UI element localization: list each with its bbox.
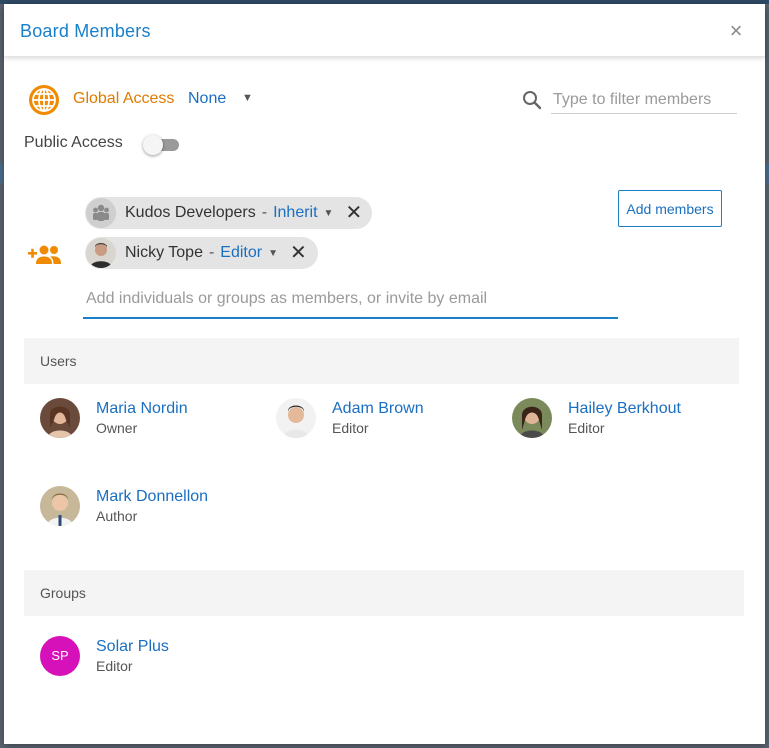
chip-separator: - <box>261 204 268 221</box>
global-access-select[interactable]: None <box>188 90 226 108</box>
caret-down-icon[interactable]: ▼ <box>324 208 334 219</box>
dialog-title: Board Members <box>20 21 151 41</box>
close-button[interactable]: × <box>725 20 747 42</box>
user-item[interactable]: Mark Donnellon Author <box>40 486 260 530</box>
search-icon <box>523 91 542 110</box>
user-item[interactable]: Maria Nordin Owner <box>40 398 260 442</box>
filter-members-input[interactable] <box>551 86 737 114</box>
user-role: Author <box>96 508 138 524</box>
group-avatar: SP <box>40 636 80 676</box>
group-icon <box>86 198 116 228</box>
chip-role-select[interactable]: Editor <box>220 244 262 262</box>
chip-role-select[interactable]: Inherit <box>273 204 317 222</box>
user-avatar <box>276 398 316 438</box>
user-role: Editor <box>568 420 605 436</box>
remove-chip-icon[interactable]: ✕ <box>345 203 362 223</box>
user-name[interactable]: Hailey Berkhout <box>568 400 681 418</box>
public-access-label: Public Access <box>24 134 123 151</box>
add-people-icon <box>28 245 61 264</box>
public-access-toggle[interactable] <box>143 135 181 155</box>
caret-down-icon[interactable]: ▼ <box>268 248 278 259</box>
toggle-knob <box>143 135 163 155</box>
user-name[interactable]: Maria Nordin <box>96 400 188 418</box>
group-name[interactable]: Solar Plus <box>96 638 169 656</box>
user-avatar <box>40 398 80 438</box>
user-avatar <box>86 238 116 268</box>
user-item[interactable]: Adam Brown Editor <box>276 398 496 442</box>
board-members-dialog: Board Members × Global Access None ▼ Pub… <box>4 4 765 744</box>
user-role: Owner <box>96 420 138 436</box>
add-members-button[interactable]: Add members <box>618 190 722 227</box>
user-avatar <box>40 486 80 526</box>
invite-members-input[interactable] <box>83 280 618 319</box>
chip-name: Kudos Developers <box>125 204 256 221</box>
user-name[interactable]: Adam Brown <box>332 400 424 418</box>
remove-chip-icon[interactable]: ✕ <box>290 243 307 263</box>
group-item[interactable]: SP Solar Plus Editor <box>40 636 260 680</box>
user-role: Editor <box>332 420 369 436</box>
chip-separator: - <box>208 244 215 261</box>
group-role: Editor <box>96 658 133 674</box>
users-section-header: Users <box>24 338 739 384</box>
user-name[interactable]: Mark Donnellon <box>96 488 208 506</box>
member-chip: Nicky Tope - Editor ▼ ✕ <box>85 237 318 269</box>
caret-down-icon[interactable]: ▼ <box>242 92 253 104</box>
globe-icon <box>29 85 59 115</box>
chip-name: Nicky Tope <box>125 244 203 261</box>
member-chip: Kudos Developers - Inherit ▼ ✕ <box>85 197 372 229</box>
global-access-label: Global Access <box>73 90 175 107</box>
user-item[interactable]: Hailey Berkhout Editor <box>512 398 732 442</box>
groups-section-header: Groups <box>24 570 744 616</box>
dialog-header: Board Members × <box>4 4 765 57</box>
user-avatar <box>512 398 552 438</box>
